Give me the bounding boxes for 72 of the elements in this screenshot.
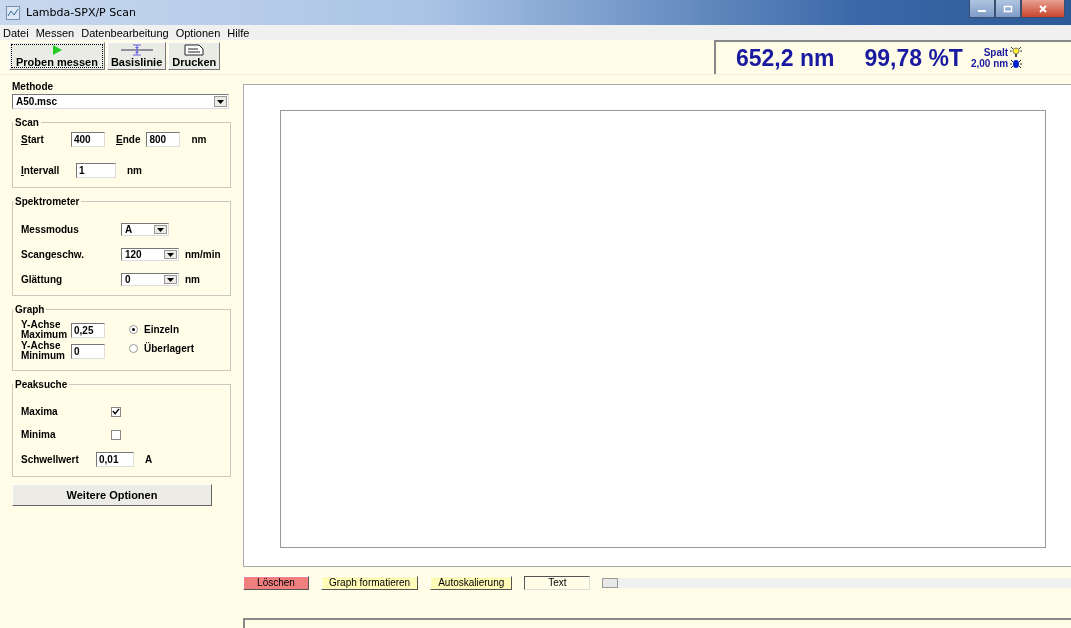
method-dropdown[interactable]: A50.msc <box>12 94 229 109</box>
toolbar-button[interactable]: Basislinie <box>106 42 167 70</box>
baseline-icon <box>118 44 155 56</box>
setting-dropdown[interactable]: 120 <box>121 248 179 261</box>
menu-item[interactable]: Hilfe <box>227 26 250 39</box>
radio-label: Überlagert <box>144 343 194 354</box>
graph-button[interactable]: Autoskalierung <box>430 576 513 590</box>
wavelength-reading: 652,2 nm <box>736 44 835 72</box>
unit-label: nm <box>127 165 142 176</box>
slit-value: 2,00 nm <box>970 58 1009 69</box>
axis-label: Y-Achse <box>21 341 62 351</box>
interval-field[interactable]: 1 <box>76 163 116 178</box>
unit-label: nm <box>185 274 200 285</box>
method-label: Methode <box>12 81 55 92</box>
setting-label: Scangeschw. <box>21 249 85 260</box>
minimize-button[interactable] <box>969 0 995 18</box>
radio-button[interactable] <box>129 344 138 353</box>
setting-label: Glättung <box>21 274 64 285</box>
close-button[interactable] <box>1021 0 1065 18</box>
setting-dropdown[interactable]: 0 <box>121 273 179 286</box>
unit-label: A <box>145 454 153 465</box>
end-label: Ende <box>116 134 141 145</box>
maximize-icon <box>1003 4 1013 13</box>
printer-icon <box>182 44 207 56</box>
setting-label: Messmodus <box>21 224 80 235</box>
more-options-button[interactable]: Weitere Optionen <box>12 484 212 506</box>
radio-button[interactable] <box>129 325 138 334</box>
caret-icon <box>167 277 174 282</box>
checkbox[interactable] <box>111 429 121 440</box>
transmission-reading: 99,78 %T <box>864 44 963 72</box>
menu-item[interactable]: Optionen <box>175 26 221 39</box>
checkbox[interactable] <box>111 406 121 417</box>
lamp-icon <box>1010 46 1023 58</box>
graph-button[interactable]: Löschen <box>243 576 309 590</box>
start-label: Start <box>21 134 45 145</box>
unit-label: nm/min <box>185 249 221 260</box>
caret-icon <box>157 227 164 232</box>
window-title: Lambda-SPX/P Scan <box>26 6 136 19</box>
group-title: Spektrometer <box>14 196 81 207</box>
toolbar-button[interactable]: Proben messen <box>9 42 105 70</box>
end-field[interactable]: 800 <box>146 132 181 147</box>
lamp-icon <box>1010 58 1023 70</box>
threshold-label: Schwellwert <box>21 454 80 465</box>
start-field[interactable]: 400 <box>71 132 105 147</box>
maximize-button[interactable] <box>995 0 1021 18</box>
chart-icon <box>6 5 20 20</box>
caret-icon <box>167 252 174 257</box>
threshold-field[interactable]: 0,01 <box>96 452 134 467</box>
toolbar-button[interactable]: Drucken <box>168 42 221 70</box>
axis-field[interactable]: 0,25 <box>71 322 105 338</box>
unit-label: nm <box>191 134 207 145</box>
scroll-bar[interactable] <box>602 578 1071 588</box>
interval-label: Intervall <box>21 165 61 176</box>
group-title: Graph <box>14 304 46 315</box>
menu-item[interactable]: Messen <box>35 26 75 39</box>
axis-label: Maximum <box>21 330 69 340</box>
menu-item[interactable]: Datenbearbeitung <box>81 26 169 39</box>
close-icon <box>1038 3 1048 14</box>
slit-label: Spalt <box>983 47 1009 58</box>
axis-label: Y-Achse <box>21 320 62 330</box>
axis-label: Minimum <box>21 351 66 361</box>
checkbox-label: Maxima <box>21 406 59 417</box>
group-title: Peaksuche <box>14 379 69 390</box>
group-title: Scan <box>14 117 40 128</box>
setting-dropdown[interactable]: A <box>121 223 169 236</box>
graph-button[interactable]: Text <box>524 576 591 590</box>
radio-label: Einzeln <box>144 324 179 335</box>
axis-field[interactable]: 0 <box>71 343 105 359</box>
checkbox-label: Minima <box>21 429 57 440</box>
graph-button[interactable]: Graph formatieren <box>321 576 419 590</box>
caret-icon <box>217 99 224 104</box>
menu-item[interactable]: Datei <box>3 26 29 39</box>
